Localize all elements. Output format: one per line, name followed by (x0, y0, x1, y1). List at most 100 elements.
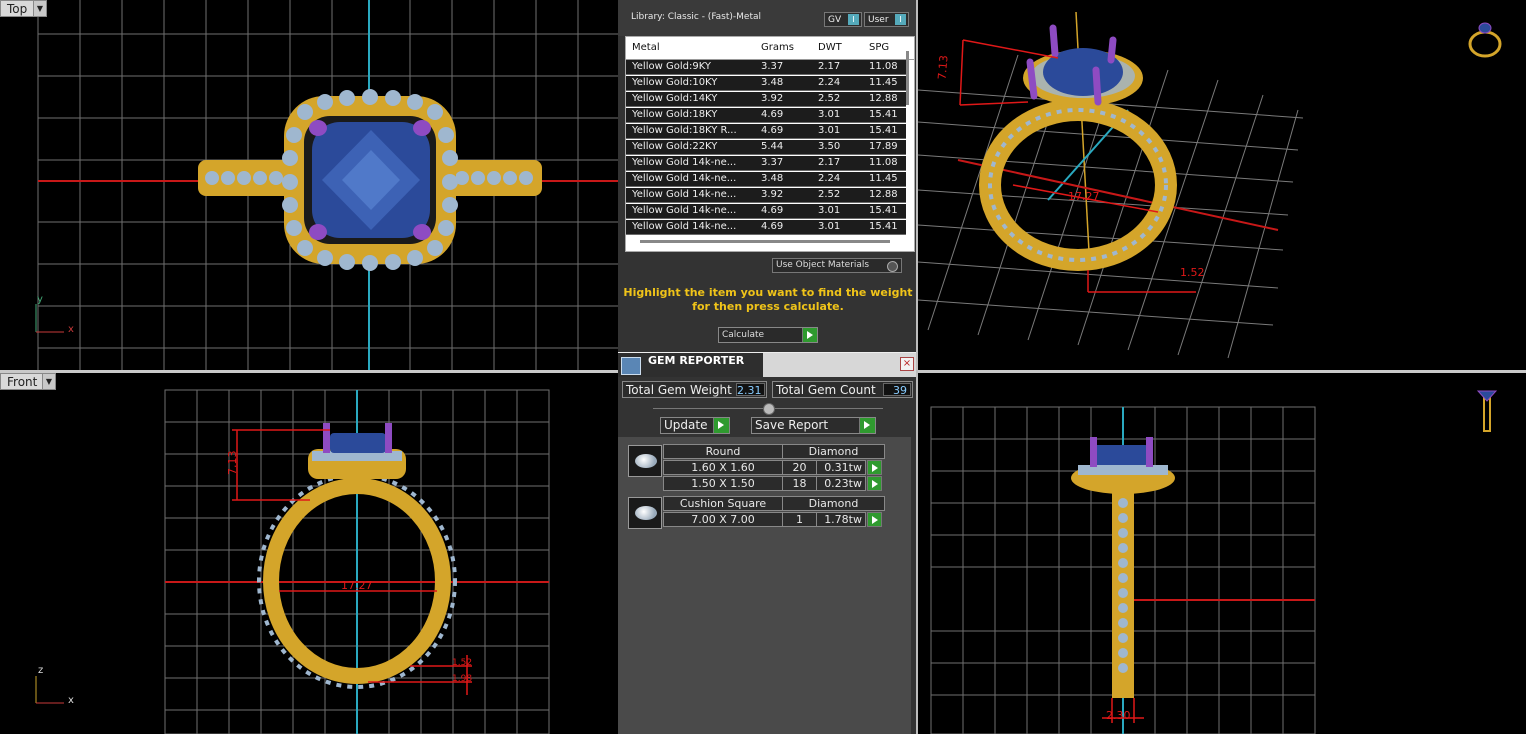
metal-table-row[interactable]: Yellow Gold 14k-ne... 4.69 3.01 15.41 (626, 204, 906, 219)
dwt-cell: 2.52 (818, 189, 841, 200)
gem-count: 18 (782, 476, 817, 491)
ring-perspective-model (979, 24, 1177, 271)
calculate-button[interactable]: Calculate (718, 327, 818, 343)
metal-table-row[interactable]: Yellow Gold 14k-ne... 3.92 2.52 12.88 (626, 188, 906, 203)
gem-weight: 1.78tw (816, 512, 866, 527)
gem-shape: Round (663, 444, 783, 459)
dwt-cell: 3.01 (818, 109, 841, 120)
metal-table-row[interactable]: Yellow Gold:18KY R... 4.69 3.01 15.41 (626, 124, 906, 139)
dwt-cell: 3.50 (818, 141, 841, 152)
go-arrow-icon (859, 418, 875, 433)
spg-cell: 11.08 (869, 157, 898, 168)
metal-name-cell: Yellow Gold:10KY (632, 77, 718, 88)
round-gem-thumbnail[interactable] (628, 445, 662, 477)
grams-cell: 4.69 (761, 205, 784, 216)
metal-name-cell: Yellow Gold 14k-ne... (632, 173, 737, 184)
side-dim-width: 2.30 (1106, 709, 1131, 722)
metal-table-row[interactable]: Yellow Gold:22KY 5.44 3.50 17.89 (626, 140, 906, 155)
gem-size: 7.00 X 7.00 (663, 512, 783, 527)
spg-cell: 11.45 (869, 77, 898, 88)
ring-perspective-icon[interactable] (1466, 16, 1504, 58)
metal-table-row[interactable]: Yellow Gold:14KY 3.92 2.52 12.88 (626, 92, 906, 107)
dwt-cell: 2.17 (818, 157, 841, 168)
spg-cell: 12.88 (869, 189, 898, 200)
dropdown-arrow-icon[interactable]: ▼ (42, 374, 55, 389)
metal-table[interactable]: Metal Grams DWT SPG Yellow Gold:9KY 3.37 2… (625, 36, 915, 252)
metal-table-row[interactable]: Yellow Gold 14k-ne... 3.48 2.24 11.45 (626, 172, 906, 187)
spg-cell: 11.08 (869, 61, 898, 72)
metal-name-cell: Yellow Gold 14k-ne... (632, 157, 737, 168)
front-dim-height: 7.13 (226, 451, 239, 476)
user-toggle[interactable]: User I (864, 12, 909, 27)
calculate-hint: Highlight the item you want to find the … (623, 286, 913, 313)
metal-weight-panel: Library: Classic - (Fast)-Metal GV I User… (618, 0, 918, 734)
dwt-cell: 2.52 (818, 93, 841, 104)
metal-name-cell: Yellow Gold:18KY R... (632, 125, 737, 136)
toggle-icon: I (895, 14, 906, 25)
metal-name-cell: Yellow Gold:9KY (632, 61, 711, 72)
col-metal[interactable]: Metal (632, 42, 660, 53)
viewport-perspective[interactable]: 7.13 17.27 1.52 (918, 0, 1526, 370)
use-object-materials-toggle[interactable]: Use Object Materials (772, 258, 902, 273)
gem-reporter-icon (621, 357, 641, 375)
top-view-canvas (35, 0, 618, 370)
toggle-icon: I (848, 14, 859, 25)
total-gem-weight-value: 2.31 (736, 383, 765, 397)
ring-side-icon[interactable] (1476, 383, 1498, 433)
viewport-top-label[interactable]: Top ▼ (0, 0, 47, 17)
vertical-scrollbar[interactable] (906, 51, 909, 105)
radio-icon (887, 261, 898, 272)
gem-size: 1.60 X 1.60 (663, 460, 783, 475)
viewport-side[interactable]: 2.30 (918, 373, 1526, 734)
metal-table-header: Metal Grams DWT SPG (626, 37, 914, 60)
metal-table-row[interactable]: Yellow Gold 14k-ne... 3.37 2.17 11.08 (626, 156, 906, 171)
grams-cell: 3.37 (761, 157, 784, 168)
go-arrow-icon[interactable] (867, 460, 882, 475)
cushion-gem-thumbnail[interactable] (628, 497, 662, 529)
perspective-dim-base: 1.52 (1180, 266, 1205, 279)
gv-toggle[interactable]: GV I (824, 12, 862, 27)
dwt-cell: 3.01 (818, 221, 841, 232)
save-report-button[interactable]: Save Report (751, 417, 876, 434)
spg-cell: 15.41 (869, 125, 898, 136)
axis-y-label: y (37, 294, 43, 305)
spg-cell: 17.89 (869, 141, 898, 152)
gem-material: Diamond (782, 496, 885, 511)
spg-cell: 15.41 (869, 109, 898, 120)
total-gem-weight: Total Gem Weight 2.31 (622, 381, 767, 398)
viewport-front-label[interactable]: Front ▼ (0, 373, 56, 390)
total-gem-count-value: 39 (883, 383, 911, 397)
viewport-top[interactable]: Top ▼ x y (0, 0, 618, 370)
metal-name-cell: Yellow Gold 14k-ne... (632, 189, 737, 200)
dropdown-arrow-icon[interactable]: ▼ (33, 1, 46, 16)
gem-reporter-title: GEM REPORTER (648, 354, 745, 367)
metal-table-row[interactable]: Yellow Gold:10KY 3.48 2.24 11.45 (626, 76, 906, 91)
viewport-front[interactable]: 7.13 17.27 1.52 1.98 Front ▼ x z (0, 373, 618, 734)
go-arrow-icon[interactable] (867, 512, 882, 527)
horizontal-scrollbar[interactable] (640, 240, 890, 243)
metal-name-cell: Yellow Gold:18KY (632, 109, 718, 120)
update-button[interactable]: Update (660, 417, 730, 434)
metal-table-row[interactable]: Yellow Gold:18KY 4.69 3.01 15.41 (626, 108, 906, 123)
total-gem-count: Total Gem Count 39 (772, 381, 913, 398)
axis-x-label: x (68, 695, 74, 706)
dwt-cell: 2.17 (818, 61, 841, 72)
col-grams[interactable]: Grams (761, 42, 794, 53)
perspective-dim-width: 17.27 (1068, 190, 1100, 203)
close-icon[interactable]: × (900, 357, 914, 371)
col-dwt[interactable]: DWT (818, 42, 842, 53)
gem-reporter-titlebar: GEM REPORTER × (618, 352, 918, 377)
dwt-cell: 2.24 (818, 173, 841, 184)
metal-name-cell: Yellow Gold 14k-ne... (632, 205, 737, 216)
metal-table-row[interactable]: Yellow Gold:9KY 3.37 2.17 11.08 (626, 60, 906, 75)
gem-size: 1.50 X 1.50 (663, 476, 783, 491)
top-axis-widget (35, 304, 64, 333)
col-spg[interactable]: SPG (869, 42, 889, 53)
metal-table-row[interactable]: Yellow Gold 14k-ne... 4.69 3.01 15.41 (626, 220, 906, 235)
axis-z-label: z (38, 665, 44, 676)
go-arrow-icon[interactable] (867, 476, 882, 491)
grams-cell: 4.69 (761, 221, 784, 232)
splitter-handle[interactable] (763, 403, 775, 415)
grams-cell: 3.48 (761, 173, 784, 184)
gem-count: 1 (782, 512, 817, 527)
